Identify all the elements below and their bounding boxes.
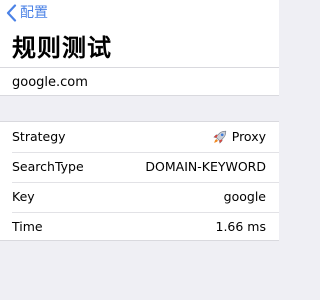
detail-label: Key: [12, 189, 35, 204]
result-details-list: Strategy Proxy SearchType DOMAIN-KEYWORD: [0, 121, 279, 241]
detail-row-key: Key google: [0, 182, 279, 212]
detail-value: DOMAIN-KEYWORD: [145, 159, 266, 174]
rocket-icon: [212, 130, 227, 145]
back-button[interactable]: 配置: [6, 3, 48, 23]
detail-label: Strategy: [12, 129, 66, 144]
domain-input-row[interactable]: google.com: [0, 67, 279, 96]
navigation-header: 配置 规则测试: [0, 0, 279, 67]
detail-value: google: [223, 189, 266, 204]
detail-row-searchtype: SearchType DOMAIN-KEYWORD: [0, 152, 279, 182]
strategy-value: Proxy: [231, 129, 266, 144]
domain-text: google.com: [12, 75, 88, 90]
detail-value: Proxy: [212, 129, 266, 145]
detail-row-strategy: Strategy Proxy: [0, 122, 279, 152]
detail-row-time: Time 1.66 ms: [0, 212, 279, 242]
chevron-left-icon: [6, 4, 17, 22]
detail-label: Time: [12, 219, 43, 234]
detail-value: 1.66 ms: [215, 219, 267, 234]
page-title: 规则测试: [12, 34, 112, 62]
rule-test-screen: 配置 规则测试 google.com Strategy Proxy Search…: [0, 0, 279, 300]
detail-label: SearchType: [12, 159, 84, 174]
back-label: 配置: [20, 5, 48, 21]
